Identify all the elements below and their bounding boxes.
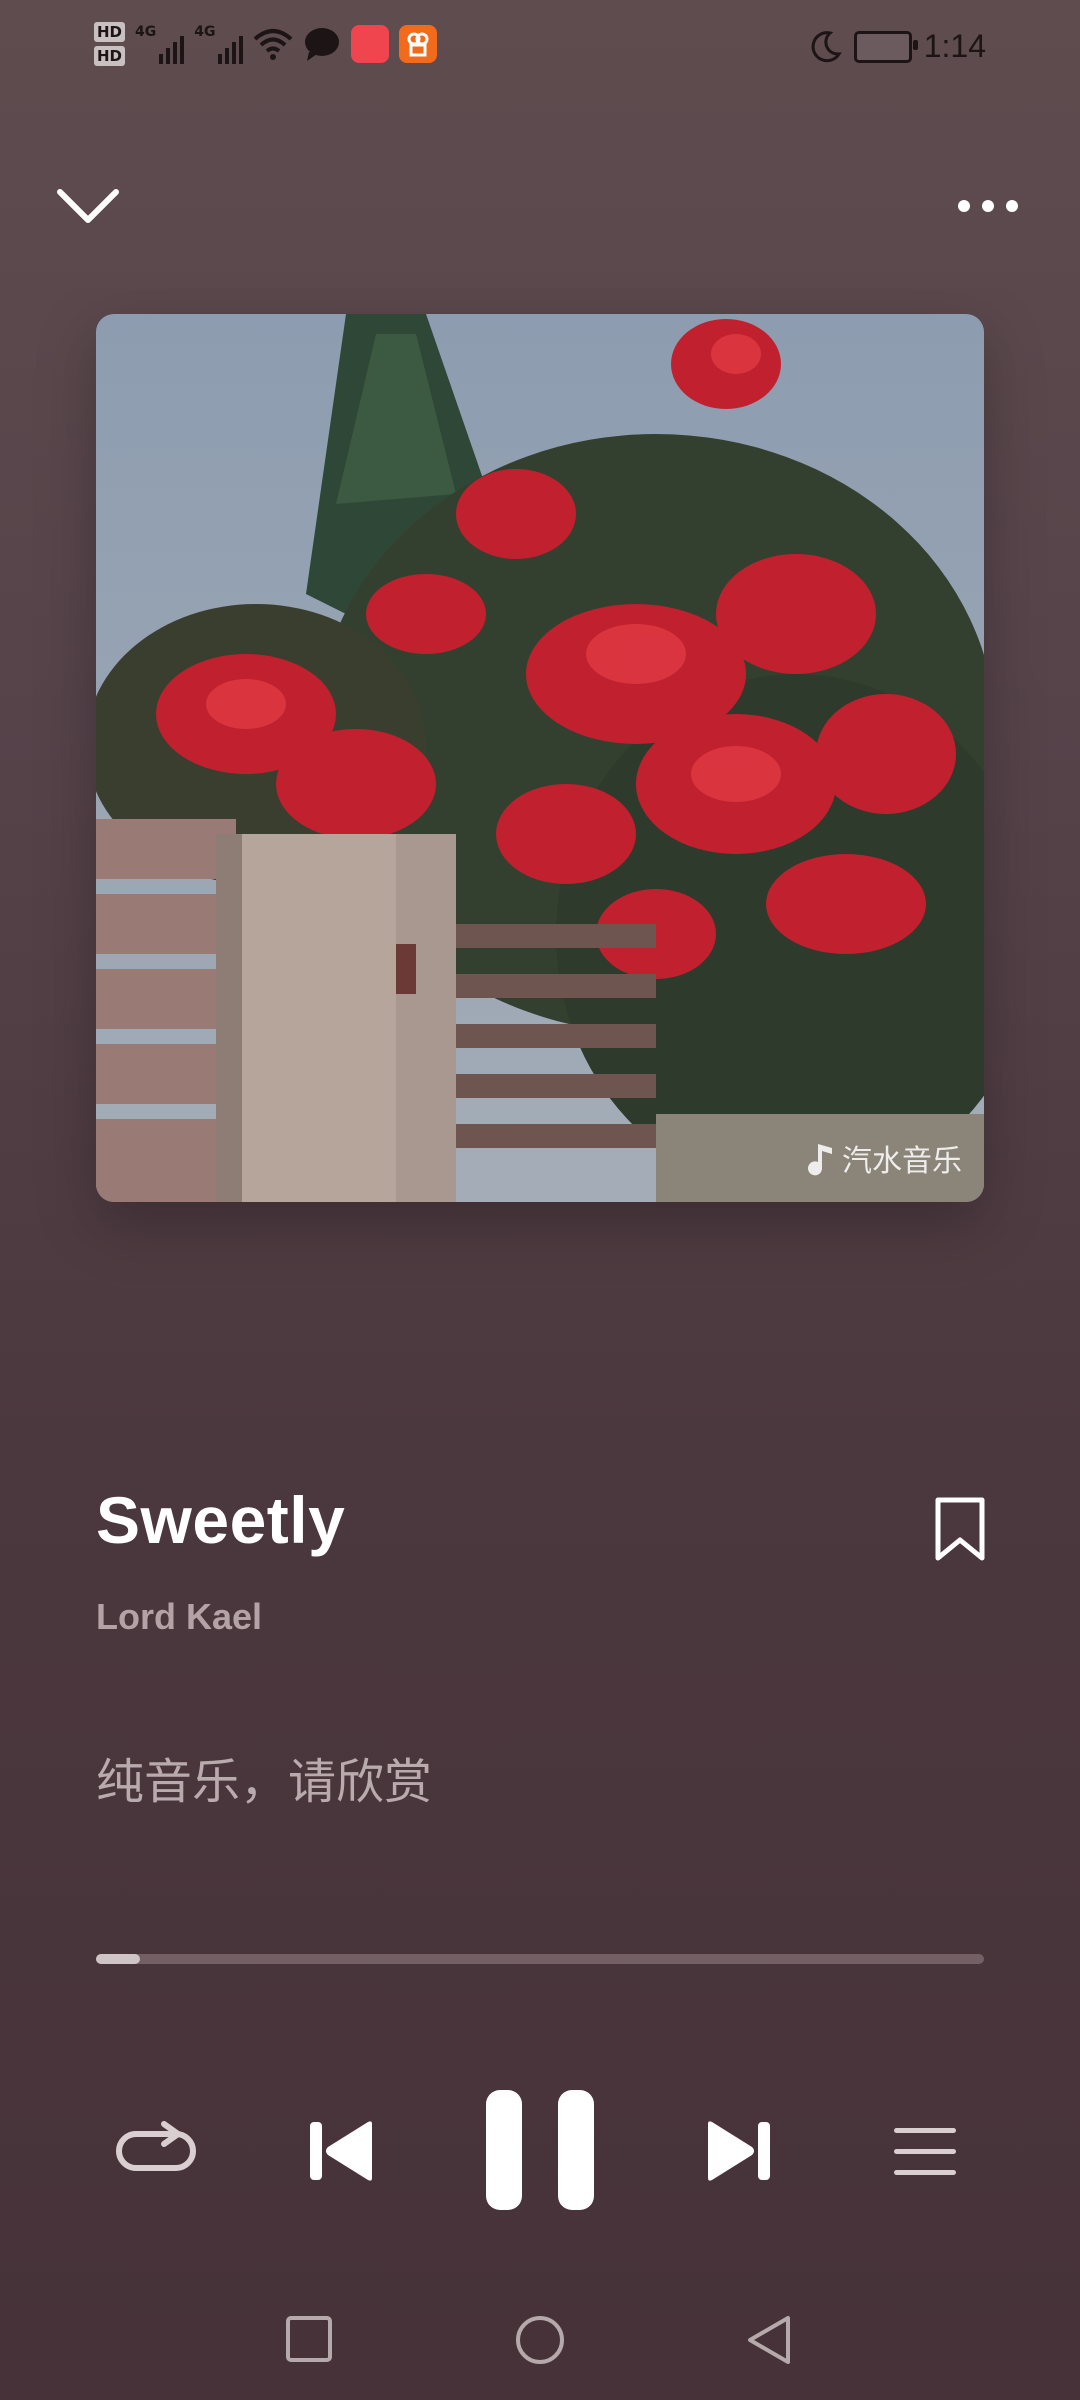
artist-name[interactable]: Lord Kael bbox=[96, 1596, 262, 1638]
network-type-label: 4G bbox=[194, 24, 216, 40]
playlist-button[interactable] bbox=[890, 2122, 960, 2182]
clock: 1:14 bbox=[923, 28, 986, 64]
progress-fill bbox=[96, 1954, 141, 1964]
circle-icon bbox=[516, 2316, 564, 2364]
recent-apps-button[interactable] bbox=[284, 2314, 334, 2364]
repeat-icon bbox=[116, 2121, 196, 2171]
store-app-icon bbox=[399, 25, 438, 63]
skip-previous-icon bbox=[310, 2121, 372, 2181]
shopping-app-icon bbox=[351, 25, 390, 63]
album-cover-illustration bbox=[96, 314, 984, 1202]
hd-label: HD bbox=[94, 46, 126, 66]
music-note-icon bbox=[808, 1144, 832, 1176]
collapse-button[interactable] bbox=[52, 176, 124, 236]
wifi-icon bbox=[254, 29, 293, 60]
lyrics-text[interactable]: 纯音乐，请欣赏 bbox=[96, 1742, 432, 1812]
hd-label: HD bbox=[94, 22, 126, 42]
status-left: HD HD 4G 4G bbox=[94, 22, 438, 66]
bookmark-icon bbox=[935, 1497, 985, 1561]
progress-bar[interactable] bbox=[96, 1954, 984, 1964]
album-cover: 汽水音乐 bbox=[96, 314, 984, 1202]
triangle-back-icon bbox=[748, 2316, 790, 2364]
pause-icon bbox=[486, 2090, 594, 2210]
status-bar: HD HD 4G 4G 1:14 bbox=[0, 0, 1080, 100]
battery-icon bbox=[853, 30, 918, 63]
playlist-icon bbox=[894, 2128, 956, 2175]
song-title: Sweetly bbox=[96, 1483, 346, 1557]
next-button[interactable] bbox=[702, 2116, 776, 2186]
cell-signal-icon: 4G bbox=[135, 24, 185, 64]
moon-icon bbox=[811, 30, 842, 62]
chevron-down-icon bbox=[57, 189, 119, 223]
cell-signal-icon: 4G bbox=[194, 24, 244, 64]
watermark-text: 汽水音乐 bbox=[842, 1144, 962, 1179]
back-button[interactable] bbox=[744, 2312, 794, 2368]
home-button[interactable] bbox=[514, 2314, 566, 2366]
pause-button[interactable] bbox=[484, 2088, 596, 2212]
previous-button[interactable] bbox=[304, 2116, 378, 2186]
more-dots-icon bbox=[958, 200, 1018, 212]
status-right: 1:14 bbox=[808, 28, 986, 65]
hd-indicators: HD HD bbox=[94, 22, 126, 66]
app-watermark: 汽水音乐 bbox=[804, 1136, 962, 1180]
chat-icon bbox=[305, 28, 340, 61]
network-type-label: 4G bbox=[135, 24, 157, 40]
square-icon bbox=[286, 2316, 332, 2362]
skip-next-icon bbox=[708, 2121, 770, 2181]
more-options-button[interactable] bbox=[948, 186, 1028, 226]
repeat-button[interactable] bbox=[116, 2116, 196, 2186]
bookmark-button[interactable] bbox=[932, 1496, 988, 1564]
